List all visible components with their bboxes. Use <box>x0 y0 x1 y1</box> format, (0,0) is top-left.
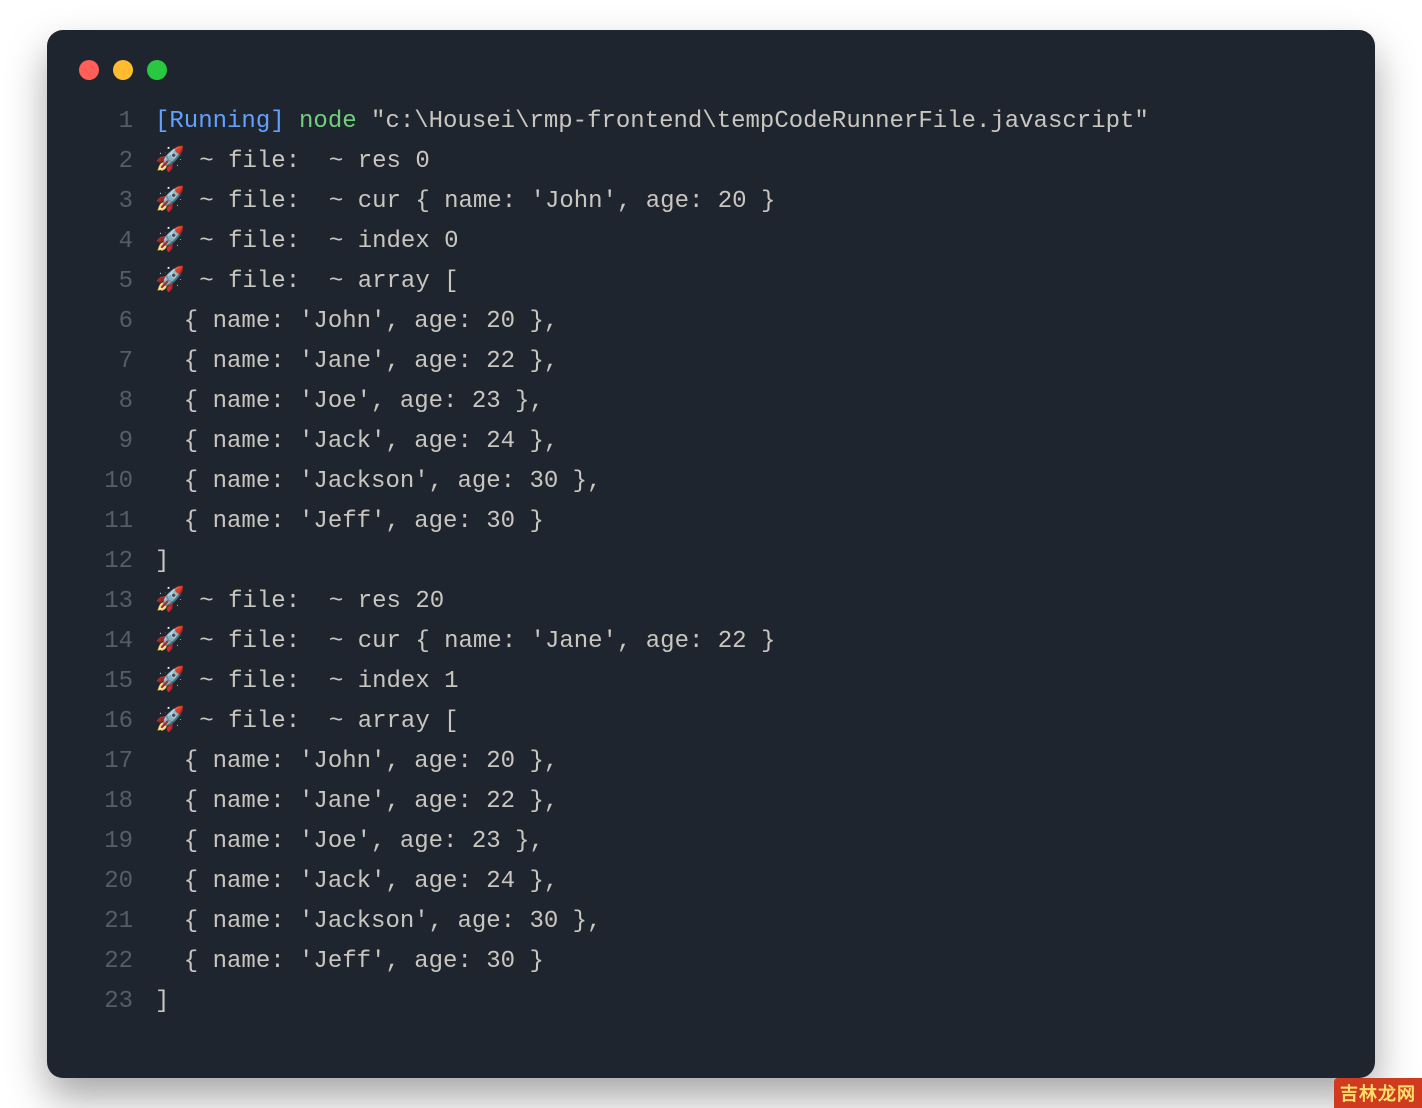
output-line: 16🚀 ~ file: ~ array [ <box>75 702 1347 742</box>
command-name: node <box>299 108 357 135</box>
output-line: 6 { name: 'John', age: 20 }, <box>75 302 1347 342</box>
line-content: { name: 'John', age: 20 }, <box>155 742 558 782</box>
output-line: 2🚀 ~ file: ~ res 0 <box>75 142 1347 182</box>
line-number: 11 <box>75 502 155 542</box>
output-line: 9 { name: 'Jack', age: 24 }, <box>75 422 1347 462</box>
line-number: 18 <box>75 782 155 822</box>
line-number: 12 <box>75 542 155 582</box>
line-content: 🚀 ~ file: ~ res 20 <box>155 582 444 622</box>
line-content: [Running] node "c:\Housei\rmp-frontend\t… <box>155 102 1149 142</box>
output-line: 20 { name: 'Jack', age: 24 }, <box>75 862 1347 902</box>
line-number: 4 <box>75 222 155 262</box>
output-line: 21 { name: 'Jackson', age: 30 }, <box>75 902 1347 942</box>
output-line: 19 { name: 'Joe', age: 23 }, <box>75 822 1347 862</box>
line-content: { name: 'Jack', age: 24 }, <box>155 422 558 462</box>
close-icon[interactable] <box>79 60 99 80</box>
line-content: ] <box>155 982 169 1022</box>
line-number: 6 <box>75 302 155 342</box>
line-number: 5 <box>75 262 155 302</box>
line-content: { name: 'Jeff', age: 30 } <box>155 502 544 542</box>
output-line: 13🚀 ~ file: ~ res 20 <box>75 582 1347 622</box>
line-number: 20 <box>75 862 155 902</box>
zoom-icon[interactable] <box>147 60 167 80</box>
line-content: { name: 'Jackson', age: 30 }, <box>155 462 601 502</box>
terminal-window: 1 [Running] node "c:\Housei\rmp-frontend… <box>47 30 1375 1078</box>
output-line: 5🚀 ~ file: ~ array [ <box>75 262 1347 302</box>
output-line: 11 { name: 'Jeff', age: 30 } <box>75 502 1347 542</box>
line-number: 23 <box>75 982 155 1022</box>
line-number: 16 <box>75 702 155 742</box>
line-content: { name: 'Jeff', age: 30 } <box>155 942 544 982</box>
output-line: 14🚀 ~ file: ~ cur { name: 'Jane', age: 2… <box>75 622 1347 662</box>
line-number: 10 <box>75 462 155 502</box>
line-content: { name: 'Jackson', age: 30 }, <box>155 902 601 942</box>
line-number: 14 <box>75 622 155 662</box>
watermark-badge: 吉林龙网 <box>1334 1078 1422 1108</box>
output-line: 7 { name: 'Jane', age: 22 }, <box>75 342 1347 382</box>
line-content: { name: 'Jane', age: 22 }, <box>155 782 558 822</box>
line-number: 19 <box>75 822 155 862</box>
line-content: 🚀 ~ file: ~ index 1 <box>155 662 459 702</box>
output-line: 1 [Running] node "c:\Housei\rmp-frontend… <box>75 102 1347 142</box>
output-line: 8 { name: 'Joe', age: 23 }, <box>75 382 1347 422</box>
line-number: 8 <box>75 382 155 422</box>
line-number: 1 <box>75 102 155 142</box>
line-content: 🚀 ~ file: ~ res 0 <box>155 142 430 182</box>
line-content: 🚀 ~ file: ~ array [ <box>155 262 459 302</box>
line-content: { name: 'Jane', age: 22 }, <box>155 342 558 382</box>
line-content: { name: 'Jack', age: 24 }, <box>155 862 558 902</box>
output-line: 10 { name: 'Jackson', age: 30 }, <box>75 462 1347 502</box>
output-line: 3🚀 ~ file: ~ cur { name: 'John', age: 20… <box>75 182 1347 222</box>
output-line: 23] <box>75 982 1347 1022</box>
output-line: 22 { name: 'Jeff', age: 30 } <box>75 942 1347 982</box>
running-tag: [Running] <box>155 108 285 135</box>
line-content: 🚀 ~ file: ~ cur { name: 'Jane', age: 22 … <box>155 622 775 662</box>
line-content: 🚀 ~ file: ~ index 0 <box>155 222 459 262</box>
line-content: { name: 'John', age: 20 }, <box>155 302 558 342</box>
output-line: 15🚀 ~ file: ~ index 1 <box>75 662 1347 702</box>
line-number: 17 <box>75 742 155 782</box>
line-content: { name: 'Joe', age: 23 }, <box>155 822 544 862</box>
output-line: 18 { name: 'Jane', age: 22 }, <box>75 782 1347 822</box>
minimize-icon[interactable] <box>113 60 133 80</box>
output-line: 12] <box>75 542 1347 582</box>
line-number: 3 <box>75 182 155 222</box>
line-number: 21 <box>75 902 155 942</box>
line-number: 15 <box>75 662 155 702</box>
line-content: 🚀 ~ file: ~ array [ <box>155 702 459 742</box>
line-number: 2 <box>75 142 155 182</box>
line-number: 9 <box>75 422 155 462</box>
line-content: ] <box>155 542 169 582</box>
command-path: "c:\Housei\rmp-frontend\tempCodeRunnerFi… <box>371 108 1149 135</box>
line-number: 7 <box>75 342 155 382</box>
line-content: { name: 'Joe', age: 23 }, <box>155 382 544 422</box>
window-controls <box>75 54 1347 102</box>
output-line: 17 { name: 'John', age: 20 }, <box>75 742 1347 782</box>
terminal-output[interactable]: 1 [Running] node "c:\Housei\rmp-frontend… <box>75 102 1347 1022</box>
output-line: 4🚀 ~ file: ~ index 0 <box>75 222 1347 262</box>
line-number: 22 <box>75 942 155 982</box>
line-content: 🚀 ~ file: ~ cur { name: 'John', age: 20 … <box>155 182 775 222</box>
line-number: 13 <box>75 582 155 622</box>
